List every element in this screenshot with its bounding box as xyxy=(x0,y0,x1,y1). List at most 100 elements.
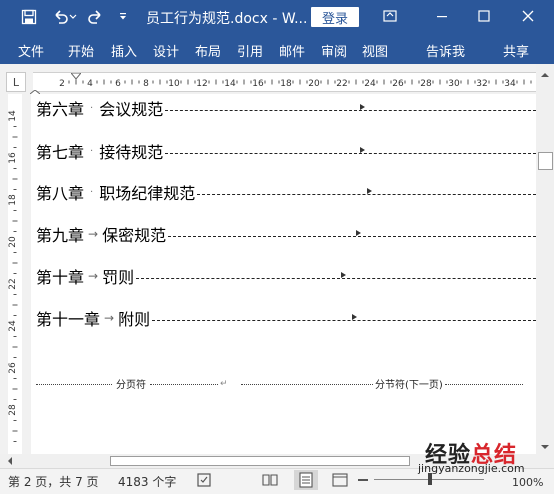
tab-arrow-icon xyxy=(360,146,366,153)
tab-design[interactable]: 设计 xyxy=(153,41,179,60)
toc-entry[interactable]: 第十章 → 罚则 xyxy=(36,264,536,288)
tab-arrow-icon: → xyxy=(88,269,99,283)
scroll-down-icon[interactable] xyxy=(536,440,554,454)
ruler-tick-label: 18 xyxy=(8,194,18,206)
scroll-up-icon[interactable] xyxy=(536,68,554,82)
vertical-ruler[interactable]: 14 16 18 20 22 24 26 28 xyxy=(8,94,22,454)
customize-quick-access-icon[interactable] xyxy=(112,6,134,28)
web-layout-icon[interactable] xyxy=(332,472,348,488)
tab-arrow-icon xyxy=(352,313,358,320)
maximize-icon[interactable] xyxy=(470,4,498,28)
vertical-scroll-thumb[interactable] xyxy=(538,152,553,170)
tab-home[interactable]: 开始 xyxy=(68,41,94,60)
toc-title: 职场纪律规范 xyxy=(99,184,196,203)
tab-file[interactable]: 文件 xyxy=(18,41,44,60)
tab-arrow-icon xyxy=(356,229,362,236)
space-mark: · xyxy=(90,186,94,198)
toc-entry[interactable]: 第八章 · 职场纪律规范 xyxy=(36,180,536,204)
ruler-tick-label: 28 xyxy=(420,79,432,89)
document-title: 员工行为规范.docx - W... xyxy=(146,11,308,27)
ruler-tick-label: 10 xyxy=(168,79,180,89)
ruler-tick-label: 20 xyxy=(8,236,18,248)
dotted-line xyxy=(444,384,523,385)
toc-title: 罚则 xyxy=(102,268,135,287)
toc-chapter: 第八章 xyxy=(36,184,85,203)
tab-references[interactable]: 引用 xyxy=(237,41,263,60)
tab-arrow-icon: → xyxy=(88,227,99,241)
toc-chapter: 第十一章 xyxy=(36,310,101,329)
tab-arrow-icon xyxy=(360,103,366,110)
toc-title: 会议规范 xyxy=(99,100,164,119)
page-count-status[interactable]: 第 2 页，共 7 页 xyxy=(8,473,99,490)
ruler-tick-label: 24 xyxy=(364,79,376,89)
zoom-level[interactable]: 100% xyxy=(512,476,543,489)
minimize-icon[interactable] xyxy=(428,4,456,28)
tab-arrow-icon xyxy=(367,187,373,194)
tab-review[interactable]: 审阅 xyxy=(321,41,347,60)
ruler-tick-label: 8 xyxy=(143,79,149,89)
toc-title: 保密规范 xyxy=(102,226,167,245)
page-break-marker: 分页符 ↵ xyxy=(36,376,230,391)
ruler-tick-label: 32 xyxy=(476,79,487,89)
ruler-tick-label: 22 xyxy=(8,278,18,289)
ribbon-tabs: 文件 开始 插入 设计 布局 引用 邮件 审阅 视图 告诉我 共享 xyxy=(0,34,554,91)
ruler-tick-label: 28 xyxy=(8,404,18,416)
toc-leader-dots xyxy=(165,146,536,154)
tab-mailings[interactable]: 邮件 xyxy=(279,41,305,60)
tab-view[interactable]: 视图 xyxy=(362,41,388,60)
ruler-tick-label: 34 xyxy=(504,79,516,89)
ruler-tick-label: 16 xyxy=(8,152,18,164)
zoom-out-icon[interactable] xyxy=(358,479,368,481)
horizontal-scroll-thumb[interactable] xyxy=(110,456,410,466)
tab-insert[interactable]: 插入 xyxy=(111,41,137,60)
proofing-book-icon[interactable] xyxy=(196,472,212,488)
ribbon-display-options-icon[interactable] xyxy=(376,4,404,28)
dotted-line xyxy=(150,384,218,385)
ruler-tick-label: 4 xyxy=(87,79,93,89)
document-page[interactable]: 第六章 · 会议规范 第七章 · 接待规范 第八章 · 职场纪律规范 第九章 →… xyxy=(31,94,536,454)
first-line-indent-marker-icon[interactable] xyxy=(69,66,83,80)
toc-title: 接待规范 xyxy=(99,143,164,162)
ruler-tick-label: 14 xyxy=(224,79,236,89)
share-button[interactable]: 共享 xyxy=(503,41,529,60)
ruler-tick-label: 20 xyxy=(308,79,320,89)
read-mode-icon[interactable] xyxy=(262,472,278,488)
login-button[interactable]: 登录 xyxy=(311,7,359,27)
scroll-left-icon[interactable] xyxy=(3,454,17,468)
word-count-status[interactable]: 4183 个字 xyxy=(118,473,176,490)
ruler-tick-label: 12 xyxy=(196,79,207,89)
close-icon[interactable] xyxy=(514,4,542,28)
page-break-label: 分页符 xyxy=(116,380,146,391)
redo-icon[interactable] xyxy=(84,6,106,28)
dotted-line xyxy=(241,384,373,385)
toc-chapter: 第十章 xyxy=(36,268,85,287)
tab-arrow-icon: → xyxy=(104,311,115,325)
paragraph-mark-icon: ↵ xyxy=(220,378,228,389)
section-break-marker: 分节符(下一页) xyxy=(241,376,523,391)
section-break-label: 分节符(下一页) xyxy=(375,380,443,391)
tab-arrow-icon xyxy=(341,271,347,278)
toc-entry[interactable]: 第九章 → 保密规范 xyxy=(36,222,536,246)
save-icon[interactable] xyxy=(18,6,40,28)
toc-chapter: 第七章 xyxy=(36,143,85,162)
toc-entry[interactable]: 第十一章 → 附则 xyxy=(36,306,536,330)
horizontal-ruler[interactable]: 2 4 6 8 10 12 14 16 18 20 22 24 26 28 30 32 34 xyxy=(33,72,538,92)
toc-leader-dots xyxy=(168,229,536,237)
toc-chapter: 第九章 xyxy=(36,226,85,245)
vertical-scrollbar[interactable] xyxy=(536,64,554,454)
ruler-tick-label: 14 xyxy=(8,110,18,122)
space-mark: · xyxy=(90,102,94,114)
title-bar: 员工行为规范.docx - W... 登录 xyxy=(0,0,554,34)
tell-me-box[interactable]: 告诉我 xyxy=(426,41,465,60)
space-mark: · xyxy=(90,145,94,157)
toc-chapter: 第六章 xyxy=(36,100,85,119)
toc-entry[interactable]: 第六章 · 会议规范 xyxy=(36,96,536,120)
undo-dropdown-icon[interactable] xyxy=(68,6,78,28)
ruler-tick-label: 22 xyxy=(336,79,347,89)
toc-leader-dots xyxy=(165,103,536,111)
dotted-line xyxy=(36,384,112,385)
toc-entry[interactable]: 第七章 · 接待规范 xyxy=(36,139,536,163)
print-layout-icon[interactable] xyxy=(294,470,318,490)
tab-selector[interactable]: L xyxy=(6,72,26,92)
tab-layout[interactable]: 布局 xyxy=(195,41,221,60)
